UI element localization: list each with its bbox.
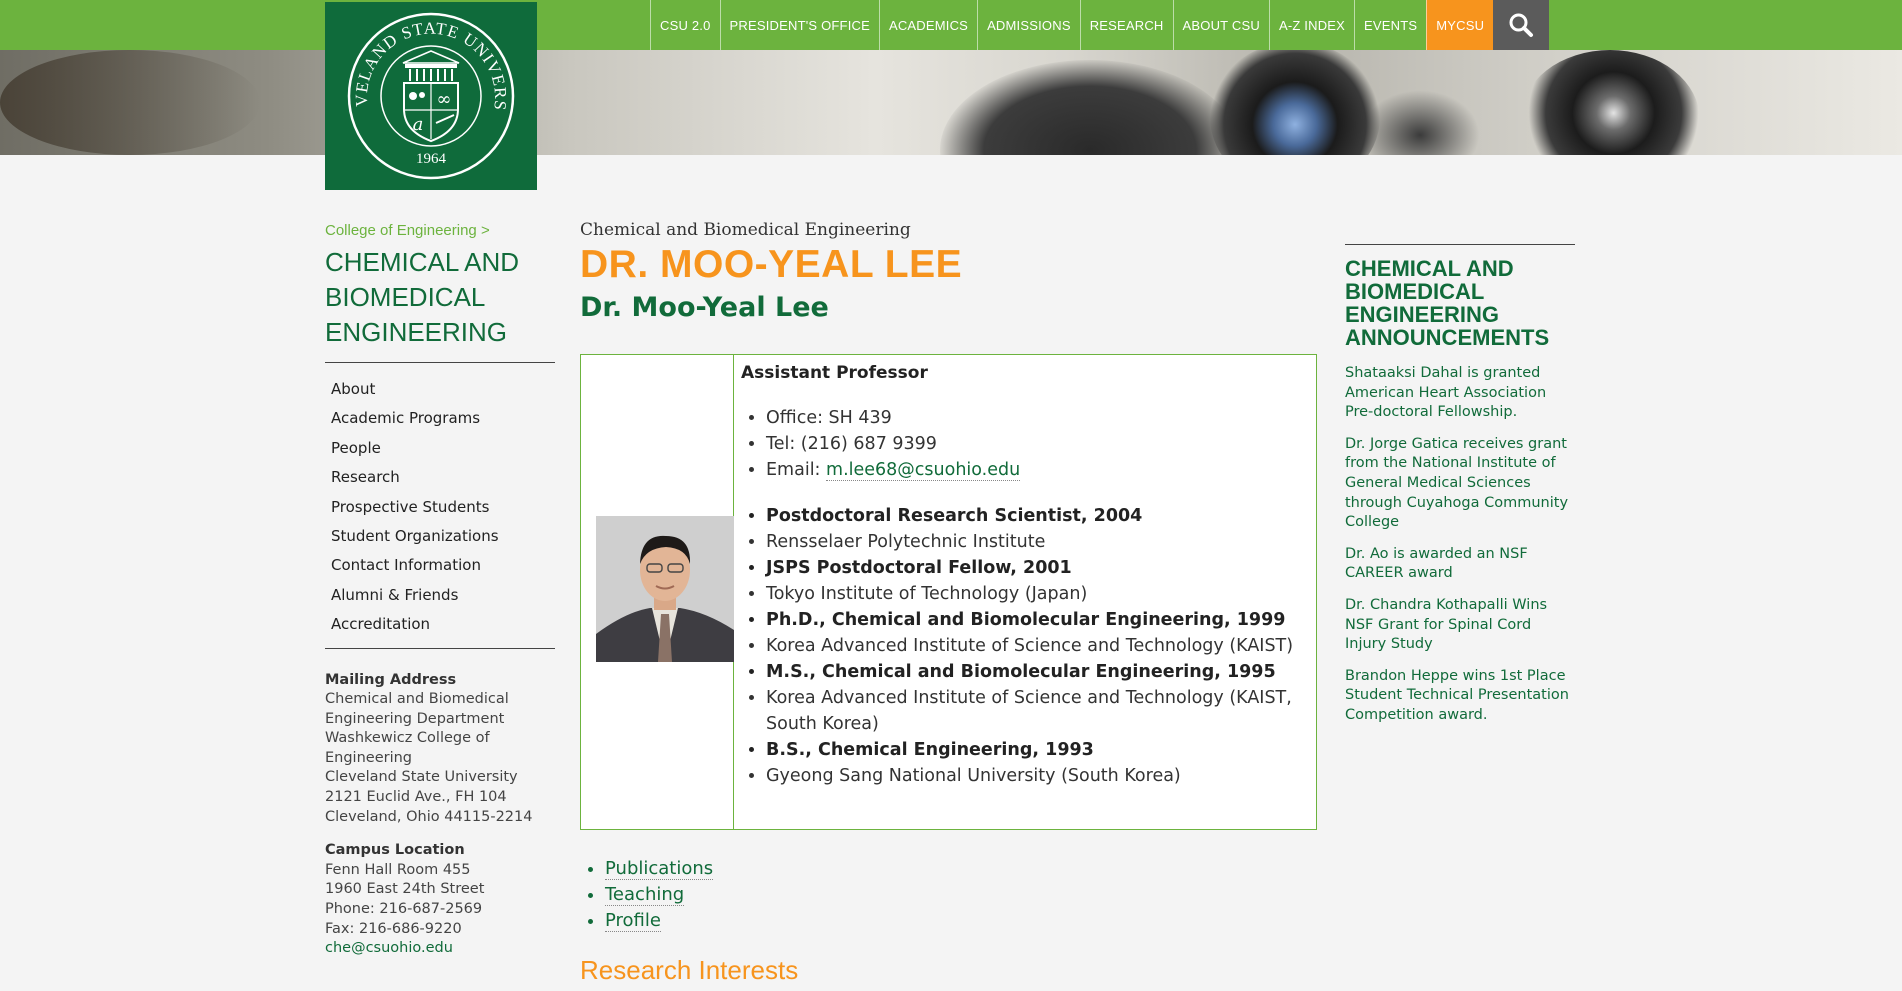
nav-mycsu[interactable]: MYCSU [1426,0,1494,50]
telephone: Tel: (216) 687 9399 [766,431,1301,457]
announcements-title-line: CHEMICAL AND [1345,256,1514,281]
education-degree: M.S., Chemical and Biomolecular Engineer… [766,659,1301,685]
link-item: Profile [605,908,713,934]
announcements-panel: CHEMICAL AND BIOMEDICAL ENGINEERING ANNO… [1345,244,1575,738]
announcements-title-line: ENGINEERING [1345,302,1500,327]
education-institution: Rensselaer Polytechnic Institute [766,529,1301,555]
nav-academics[interactable]: ACADEMICS [878,0,977,50]
breadcrumb-college-of-engineering[interactable]: College of Engineering > [325,222,490,239]
address-line: Cleveland, Ohio 44115-2214 [325,808,533,825]
announcement-link[interactable]: Shataaksi Dahal is granted American Hear… [1345,364,1575,423]
email-link[interactable]: m.lee68@csuohio.edu [826,460,1021,481]
campus-phone: Phone: 216-687-2569 [325,901,483,918]
education-institution: Tokyo Institute of Technology (Japan) [766,581,1301,607]
profile-name: Dr. Moo-Yeal Lee [580,292,829,323]
education-institution: Gyeong Sang National University (South K… [766,763,1301,789]
teaching-link[interactable]: Teaching [605,884,685,906]
nav-admissions[interactable]: ADMISSIONS [977,0,1080,50]
address-line: Washkewicz College of [325,730,490,747]
research-interests-heading: Research Interests [580,955,799,985]
sidebar-item-accreditation[interactable]: Accreditation [331,610,555,639]
sidebar-item-academic-programs[interactable]: Academic Programs [331,404,555,433]
announcement-link[interactable]: Dr. Jorge Gatica receives grant from the… [1345,435,1575,533]
profile-photo [596,516,734,662]
email-item: Email: m.lee68@csuohio.edu [766,457,1301,483]
university-seal-icon: CLEVELAND STATE UNIVERSITY ∞ a 1964 [346,11,515,180]
svg-text:CLEVELAND STATE UNIVERSITY: CLEVELAND STATE UNIVERSITY [346,11,510,112]
department-title-line: ENGINEERING [325,317,508,347]
svg-text:a: a [413,114,424,135]
campus-location-heading: Campus Location [325,842,465,859]
department-title[interactable]: CHEMICAL AND BIOMEDICAL ENGINEERING [325,245,555,363]
announcement-link[interactable]: Dr. Ao is awarded an NSF CAREER award [1345,545,1575,584]
sidebar-item-alumni-friends[interactable]: Alumni & Friends [331,581,555,610]
address-line: Engineering Department [325,710,505,727]
profile-link[interactable]: Profile [605,910,661,932]
announcements-list: Shataaksi Dahal is granted American Hear… [1345,364,1575,726]
education-list: Postdoctoral Research Scientist, 2004 Re… [741,503,1301,789]
education-degree: B.S., Chemical Engineering, 1993 [766,737,1301,763]
sidebar-item-people[interactable]: People [331,434,555,463]
nav-research[interactable]: RESEARCH [1079,0,1173,50]
sidebar-item-prospective-students[interactable]: Prospective Students [331,493,555,522]
sidebar-item-contact-information[interactable]: Contact Information [331,551,555,580]
email-label: Email: [766,460,827,480]
nav-events[interactable]: EVENTS [1354,0,1426,50]
nav-about-csu[interactable]: ABOUT CSU [1172,0,1269,50]
link-item: Teaching [605,882,713,908]
academic-rank: Assistant Professor [741,363,928,383]
education-degree: Ph.D., Chemical and Biomolecular Enginee… [766,607,1301,633]
office-location: Office: SH 439 [766,405,1301,431]
announcements-title-line: BIOMEDICAL [1345,279,1485,304]
svg-text:∞: ∞ [437,89,452,110]
photo-cell [581,355,734,829]
main-content: Chemical and Biomedical Engineering DR. … [580,220,1320,985]
csu-logo[interactable]: CLEVELAND STATE UNIVERSITY ∞ a 1964 [325,2,537,190]
education-institution: Korea Advanced Institute of Science and … [766,685,1301,737]
link-item: Publications [605,856,714,882]
sidebar-nav: About Academic Programs People Research … [325,363,555,649]
campus-fax: Fax: 216-686-9220 [325,920,462,937]
mailing-address-heading: Mailing Address [325,671,457,688]
education-degree: Postdoctoral Research Scientist, 2004 [766,503,1301,529]
department-title-line: CHEMICAL AND [325,247,520,277]
profile-info: Assistant Professor Office: SH 439 Tel: … [741,355,1301,789]
profile-card: Assistant Professor Office: SH 439 Tel: … [580,354,1317,830]
address-line: Chemical and Biomedical [325,691,509,708]
campus-line: 1960 East 24th Street [325,881,485,898]
announcements-title-line: ANNOUNCEMENTS [1345,325,1550,350]
seal-arc-text: CLEVELAND STATE UNIVERSITY [346,11,509,112]
sidebar-item-research[interactable]: Research [331,463,555,492]
seal-year: 1964 [416,151,447,167]
department-email-link[interactable]: che@csuohio.edu [325,940,453,956]
page-title: DR. MOO-YEAL LEE [580,243,963,286]
mailing-address: Mailing Address Chemical and Biomedical … [325,671,555,959]
nav-presidents-office[interactable]: PRESIDENT'S OFFICE [719,0,879,50]
top-navigation: CSU 2.0 PRESIDENT'S OFFICE ACADEMICS ADM… [650,0,1550,50]
address-line: 2121 Euclid Ave., FH 104 [325,789,507,806]
search-button[interactable] [1493,0,1550,50]
header-banner-image [0,50,1902,155]
campus-line: Fenn Hall Room 455 [325,861,471,878]
announcement-link[interactable]: Brandon Heppe wins 1st Place Student Tec… [1345,667,1575,726]
nav-az-index[interactable]: A-Z INDEX [1268,0,1354,50]
address-line: Cleveland State University [325,769,518,786]
department-title-line: BIOMEDICAL [325,282,486,312]
education-institution: Korea Advanced Institute of Science and … [766,633,1301,659]
sidebar-item-about[interactable]: About [331,375,555,404]
page-subtitle: Chemical and Biomedical Engineering [580,220,911,240]
sidebar-item-student-organizations[interactable]: Student Organizations [331,522,555,551]
education-degree: JSPS Postdoctoral Fellow, 2001 [766,555,1301,581]
contact-list: Office: SH 439 Tel: (216) 687 9399 Email… [741,405,1301,483]
publications-link[interactable]: Publications [605,858,714,880]
nav-csu20[interactable]: CSU 2.0 [650,0,720,50]
announcements-title[interactable]: CHEMICAL AND BIOMEDICAL ENGINEERING ANNO… [1345,257,1575,349]
search-icon [1509,13,1534,37]
profile-links: Publications Teaching Profile [580,856,714,934]
left-sidebar: College of Engineering > CHEMICAL AND BI… [325,220,555,959]
announcement-link[interactable]: Dr. Chandra Kothapalli Wins NSF Grant fo… [1345,596,1575,655]
address-line: Engineering [325,749,412,766]
